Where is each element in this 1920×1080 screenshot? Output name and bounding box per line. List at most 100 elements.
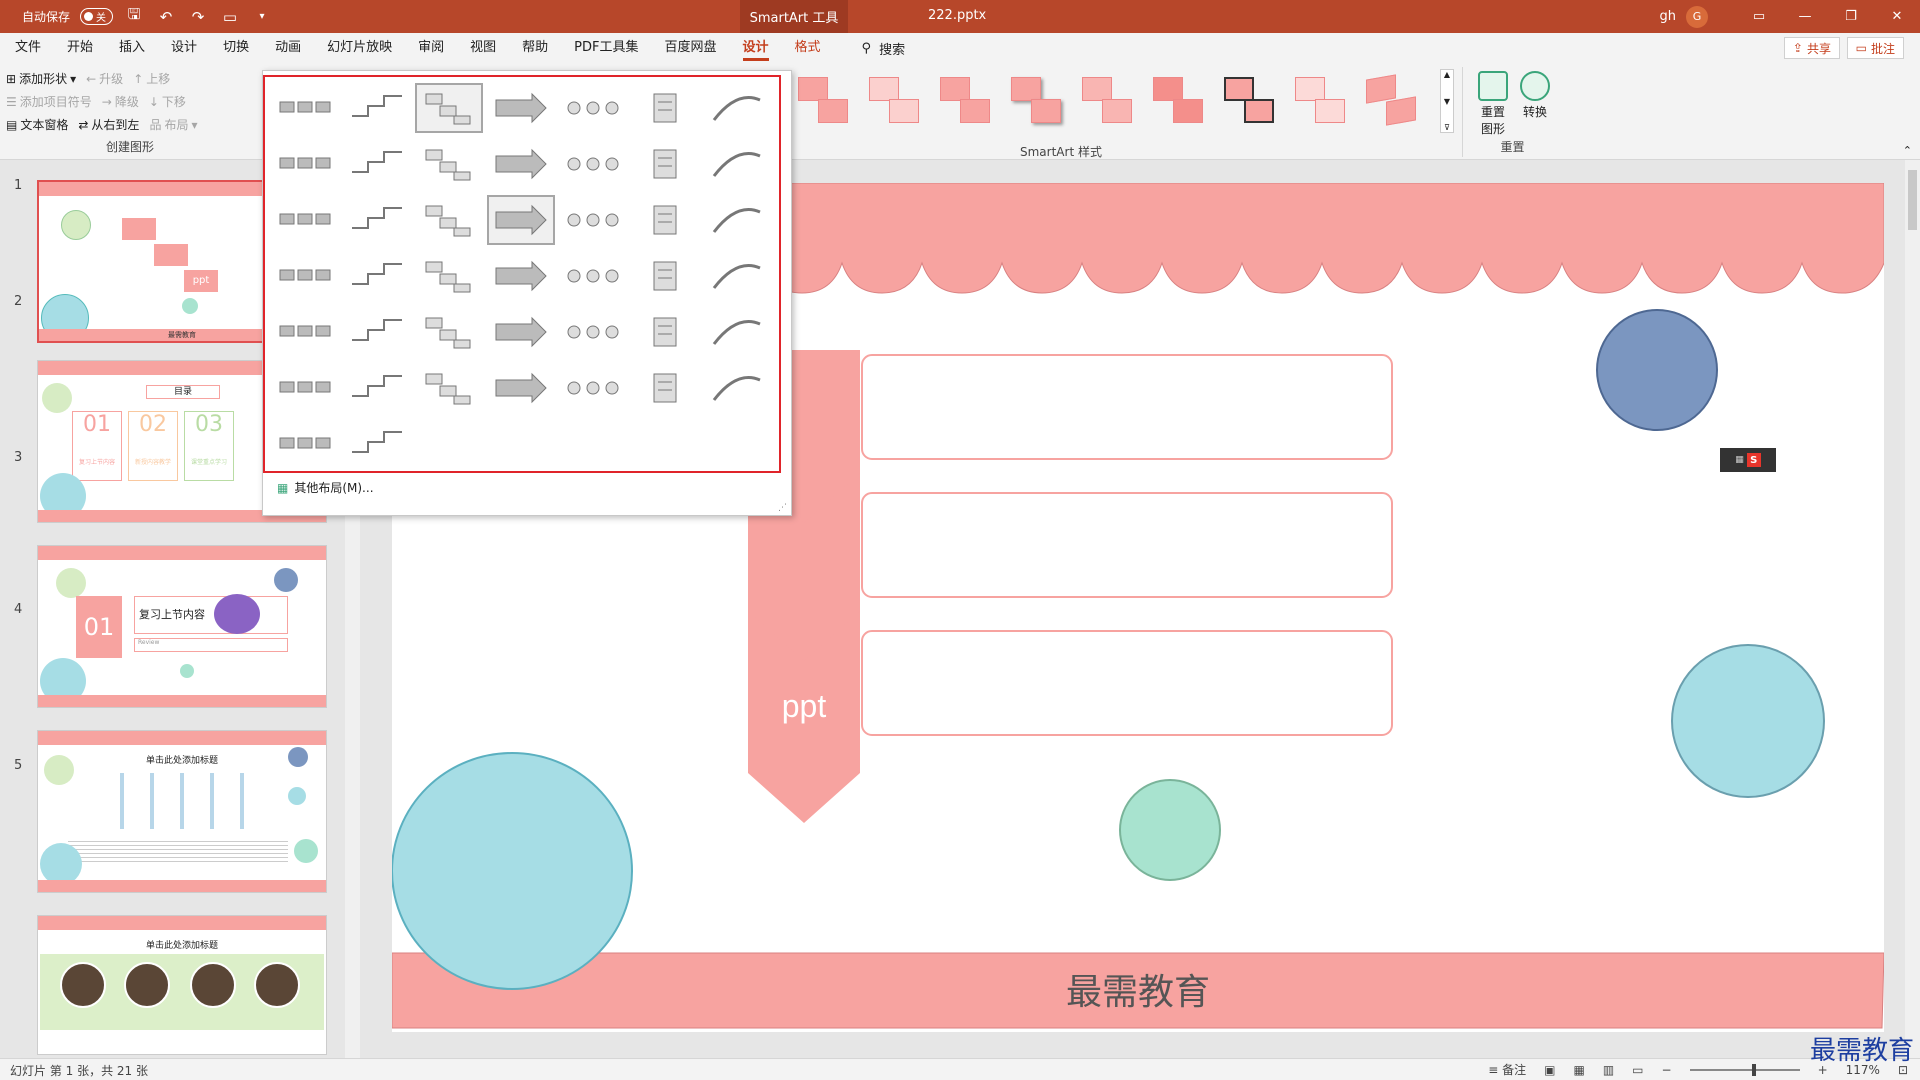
resize-grip-icon[interactable]: ⋰	[778, 503, 787, 513]
layout-option[interactable]	[559, 83, 627, 133]
layout-option[interactable]	[415, 83, 483, 133]
add-bullet-button[interactable]: ☰ 添加项目符号	[6, 93, 92, 110]
customize-qat-icon[interactable]: ▾	[251, 6, 273, 28]
circle-teal-right[interactable]	[1671, 644, 1825, 798]
layout-option[interactable]	[631, 139, 699, 189]
text-box-3[interactable]	[861, 630, 1393, 736]
reading-view-icon[interactable]: ▥	[1603, 1063, 1614, 1077]
layout-option[interactable]	[559, 251, 627, 301]
notes-button[interactable]: ≡ 备注	[1488, 1061, 1526, 1078]
slide-thumbnail-3[interactable]: 01 复习上节内容 Review	[37, 545, 327, 708]
layout-option[interactable]	[415, 363, 483, 413]
text-pane-button[interactable]: ▤ 文本窗格	[6, 116, 68, 133]
tab-smartart-format[interactable]: 格式	[782, 33, 834, 63]
layout-option[interactable]	[559, 195, 627, 245]
demote-button[interactable]: → 降级	[102, 93, 139, 110]
style-option[interactable]	[1218, 71, 1281, 127]
layout-option[interactable]	[631, 83, 699, 133]
layout-option[interactable]	[703, 251, 771, 301]
tab-design[interactable]: 设计	[158, 33, 210, 63]
normal-view-icon[interactable]: ▣	[1544, 1063, 1555, 1077]
tab-help[interactable]: 帮助	[509, 33, 561, 63]
layout-option[interactable]	[343, 195, 411, 245]
text-box-1[interactable]	[861, 354, 1393, 460]
slide-scrollbar[interactable]	[1905, 160, 1920, 1060]
layout-option[interactable]	[343, 363, 411, 413]
layout-option[interactable]	[559, 307, 627, 357]
collapse-ribbon-icon[interactable]: ⌃	[1903, 144, 1912, 157]
slide-thumbnail-4[interactable]: 单击此处添加标题	[37, 730, 327, 893]
layout-option[interactable]	[271, 83, 339, 133]
layout-option[interactable]	[343, 251, 411, 301]
layout-option[interactable]	[487, 195, 555, 245]
layout-option[interactable]	[487, 83, 555, 133]
tab-animations[interactable]: 动画	[262, 33, 314, 63]
layout-option[interactable]	[631, 195, 699, 245]
tab-home[interactable]: 开始	[54, 33, 106, 63]
style-option[interactable]	[1360, 71, 1423, 127]
more-layouts-button[interactable]: ▦ 其他布局(M)...	[277, 479, 374, 496]
layout-button[interactable]: 品布局 ▾	[149, 116, 197, 133]
layout-option[interactable]	[631, 307, 699, 357]
layout-option[interactable]	[271, 307, 339, 357]
autosave-toggle[interactable]: 关	[80, 8, 114, 25]
restore-icon[interactable]: ❐	[1828, 0, 1874, 33]
style-option[interactable]	[863, 71, 926, 127]
layout-option[interactable]	[415, 307, 483, 357]
style-option[interactable]	[1289, 71, 1352, 127]
style-option[interactable]	[1005, 71, 1068, 127]
tab-baidu-netdisk[interactable]: 百度网盘	[651, 33, 729, 63]
circle-mint[interactable]	[1119, 779, 1221, 881]
layout-option[interactable]	[703, 83, 771, 133]
style-option[interactable]	[1076, 71, 1139, 127]
style-option[interactable]	[1147, 71, 1210, 127]
layout-option[interactable]	[559, 363, 627, 413]
comments-button[interactable]: ▭ 批注	[1846, 37, 1904, 59]
layout-option[interactable]	[343, 83, 411, 133]
slide-thumbnail-5[interactable]: 单击此处添加标题	[37, 915, 327, 1055]
text-box-2[interactable]	[861, 492, 1393, 598]
layout-option[interactable]	[271, 195, 339, 245]
layout-option[interactable]	[487, 251, 555, 301]
layout-option[interactable]	[487, 307, 555, 357]
tab-slideshow[interactable]: 幻灯片放映	[314, 33, 405, 63]
zoom-out-icon[interactable]: −	[1662, 1063, 1672, 1077]
circle-navy[interactable]	[1596, 309, 1718, 431]
layout-option[interactable]	[271, 363, 339, 413]
search-box[interactable]: ⚲ 搜索	[862, 39, 906, 58]
redo-icon[interactable]: ↷	[187, 6, 209, 28]
layout-option[interactable]	[487, 139, 555, 189]
layout-option[interactable]	[487, 363, 555, 413]
undo-icon[interactable]: ↶	[155, 6, 177, 28]
layout-option[interactable]	[271, 139, 339, 189]
zoom-slider[interactable]	[1689, 1063, 1800, 1076]
layout-option[interactable]	[415, 195, 483, 245]
tab-transitions[interactable]: 切换	[210, 33, 262, 63]
layout-option[interactable]	[343, 419, 411, 469]
ime-toolbar[interactable]: ▦ S	[1720, 448, 1776, 472]
style-option[interactable]	[934, 71, 997, 127]
styles-scroll[interactable]: ▲ ▼ ⊽	[1440, 69, 1454, 133]
convert-button[interactable]: 转换	[1517, 71, 1553, 120]
tab-view[interactable]: 视图	[457, 33, 509, 63]
minimize-icon[interactable]: —	[1782, 0, 1828, 33]
slideshow-start-icon[interactable]: ▭	[219, 6, 241, 28]
style-option[interactable]	[792, 71, 855, 127]
layout-option[interactable]	[415, 251, 483, 301]
layout-option[interactable]	[415, 139, 483, 189]
footer-text[interactable]: 最需教育	[392, 963, 1884, 1015]
move-up-button[interactable]: ↑ 上移	[133, 70, 170, 87]
tab-insert[interactable]: 插入	[106, 33, 158, 63]
layout-option[interactable]	[703, 139, 771, 189]
right-to-left-button[interactable]: ⇄ 从右到左	[78, 116, 139, 133]
layout-option[interactable]	[559, 139, 627, 189]
close-icon[interactable]: ✕	[1874, 0, 1920, 33]
layout-option[interactable]	[271, 419, 339, 469]
ribbon-display-icon[interactable]: ▭	[1736, 0, 1782, 33]
layout-option[interactable]	[631, 363, 699, 413]
tab-pdf-tools[interactable]: PDF工具集	[561, 33, 651, 63]
save-icon[interactable]: 🖫	[123, 5, 145, 28]
avatar[interactable]: G	[1686, 5, 1708, 28]
ppt-label[interactable]: ppt	[748, 688, 860, 725]
layout-option[interactable]	[703, 307, 771, 357]
